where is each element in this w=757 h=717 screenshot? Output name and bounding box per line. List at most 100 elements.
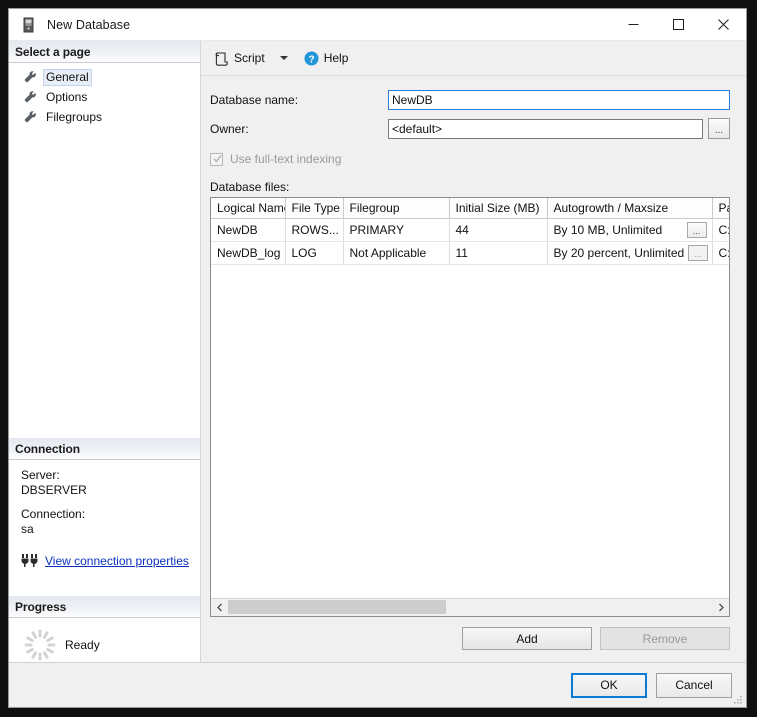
cell-logical-name[interactable]: NewDB [211, 219, 285, 242]
toolbar: Script ? Help [201, 41, 746, 76]
autogrowth-browse-button[interactable]: ... [688, 245, 708, 261]
progress-status: Ready [65, 638, 100, 652]
connection-header: Connection [9, 438, 200, 460]
connection-value: sa [21, 522, 200, 537]
table-header-row: Logical Name File Type Filegroup Initial… [211, 198, 729, 219]
cell-logical-name[interactable]: NewDB_log [211, 242, 285, 265]
remove-button[interactable]: Remove [600, 627, 730, 650]
database-files-label: Database files: [210, 180, 730, 194]
column-header-filegroup[interactable]: Filegroup [343, 198, 449, 219]
help-button[interactable]: ? Help [300, 47, 353, 69]
owner-label: Owner: [210, 122, 388, 136]
wrench-icon [23, 70, 37, 84]
close-button[interactable] [701, 9, 746, 40]
cell-initial-size[interactable]: 11 [449, 242, 547, 265]
chevron-down-icon [280, 56, 288, 60]
column-header-path[interactable]: Pa [712, 198, 729, 219]
grid-action-buttons: Add Remove [210, 617, 730, 662]
script-icon [214, 51, 229, 66]
cell-path[interactable]: C: [712, 242, 729, 265]
view-connection-properties-row[interactable]: View connection properties [9, 541, 200, 568]
files-table: Logical Name File Type Filegroup Initial… [211, 198, 729, 265]
use-fulltext-indexing-checkbox [210, 153, 223, 166]
wrench-icon [23, 90, 37, 104]
select-page-header: Select a page [9, 41, 200, 63]
column-header-initial-size[interactable]: Initial Size (MB) [449, 198, 547, 219]
database-name-input[interactable] [388, 90, 730, 110]
sidebar: Select a page General [9, 41, 201, 662]
cell-filegroup[interactable]: PRIMARY [343, 219, 449, 242]
script-label: Script [234, 51, 265, 65]
sidebar-item-options[interactable]: Options [9, 87, 200, 107]
autogrowth-browse-button[interactable]: ... [687, 222, 707, 238]
cell-autogrowth[interactable]: By 20 percent, Unlimited ... [547, 242, 712, 265]
owner-browse-button[interactable]: ... [708, 118, 730, 139]
scrollbar-track[interactable] [228, 599, 712, 616]
column-header-autogrowth[interactable]: Autogrowth / Maxsize [547, 198, 712, 219]
view-connection-properties-link[interactable]: View connection properties [45, 554, 189, 568]
column-header-file-type[interactable]: File Type [285, 198, 343, 219]
connection-properties-icon [21, 553, 38, 568]
owner-row: Owner: ... [210, 118, 730, 139]
script-button[interactable]: Script [210, 47, 269, 69]
grid-horizontal-scrollbar[interactable] [211, 598, 729, 616]
scrollbar-thumb[interactable] [228, 600, 446, 614]
sidebar-item-filegroups[interactable]: Filegroups [9, 107, 200, 127]
maximize-button[interactable] [656, 9, 701, 40]
database-files-grid: Logical Name File Type Filegroup Initial… [210, 197, 730, 617]
window-controls [611, 9, 746, 40]
new-database-dialog: New Database Select a page [8, 8, 747, 708]
database-server-icon [21, 17, 37, 33]
sidebar-spacer [9, 127, 200, 438]
spacer [9, 568, 200, 596]
spacer [21, 498, 200, 507]
server-value: DBSERVER [21, 483, 200, 498]
wrench-icon [23, 110, 37, 124]
grid-scroll-area: Logical Name File Type Filegroup Initial… [211, 198, 729, 598]
cell-file-type[interactable]: ROWS... [285, 219, 343, 242]
table-row[interactable]: NewDB_log LOG Not Applicable 11 By 20 pe… [211, 242, 729, 265]
owner-input[interactable] [388, 119, 703, 139]
help-label: Help [324, 51, 349, 65]
cell-initial-size[interactable]: 44 [449, 219, 547, 242]
help-question-icon: ? [304, 51, 319, 66]
sidebar-item-label: General [43, 69, 92, 86]
cell-path[interactable]: C: [712, 219, 729, 242]
sidebar-item-general[interactable]: General [9, 67, 200, 87]
database-name-label: Database name: [210, 93, 388, 107]
fulltext-indexing-row: Use full-text indexing [210, 152, 730, 166]
svg-text:?: ? [308, 54, 314, 65]
minimize-button[interactable] [611, 9, 656, 40]
add-button[interactable]: Add [462, 627, 592, 650]
connection-info: Server: DBSERVER Connection: sa [9, 460, 200, 541]
ok-button[interactable]: OK [571, 673, 647, 698]
content-panel: Script ? Help Database [201, 41, 746, 662]
dialog-footer: OK Cancel [9, 662, 746, 707]
resize-grip-icon[interactable] [731, 693, 743, 705]
cell-filegroup[interactable]: Not Applicable [343, 242, 449, 265]
chevron-left-icon[interactable] [211, 600, 228, 616]
cell-autogrowth-text: By 10 MB, Unlimited [554, 223, 663, 237]
sidebar-item-label: Options [43, 90, 90, 105]
table-row[interactable]: NewDB ROWS... PRIMARY 44 By 10 MB, Unlim… [211, 219, 729, 242]
page-list: General Options [9, 63, 200, 127]
database-name-row: Database name: [210, 90, 730, 110]
general-page-form: Database name: Owner: ... Use full-text … [201, 76, 746, 662]
script-dropdown-button[interactable] [269, 47, 294, 69]
progress-header: Progress [9, 596, 200, 618]
progress-spinner-icon [23, 628, 57, 662]
checkmark-icon [212, 153, 223, 164]
cell-autogrowth[interactable]: By 10 MB, Unlimited ... [547, 219, 712, 242]
connection-label: Connection: [21, 507, 200, 522]
chevron-right-icon[interactable] [712, 600, 729, 616]
column-header-logical-name[interactable]: Logical Name [211, 198, 285, 219]
dialog-body: Select a page General [9, 41, 746, 662]
cancel-button[interactable]: Cancel [656, 673, 732, 698]
sidebar-item-label: Filegroups [43, 110, 105, 125]
progress-row: Ready [9, 618, 200, 662]
title-bar[interactable]: New Database [9, 9, 746, 41]
cell-autogrowth-text: By 20 percent, Unlimited [554, 246, 685, 260]
use-fulltext-indexing-label: Use full-text indexing [230, 152, 341, 166]
server-label: Server: [21, 468, 200, 483]
cell-file-type[interactable]: LOG [285, 242, 343, 265]
